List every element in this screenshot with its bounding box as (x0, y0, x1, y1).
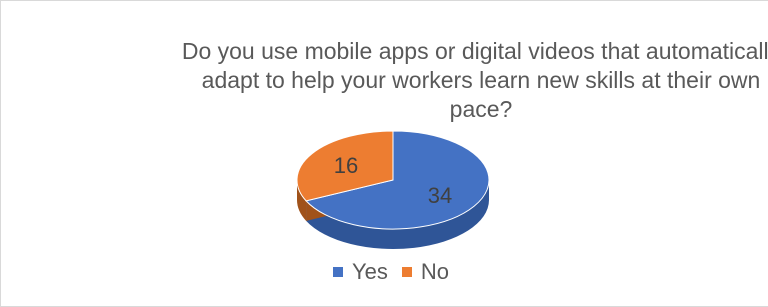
legend-item-no: No (401, 259, 450, 285)
data-label-no: 16 (334, 153, 358, 178)
legend-swatch-no (401, 267, 412, 277)
chart-frame: Do you use mobile apps or digital videos… (0, 0, 768, 307)
legend-swatch-yes (333, 267, 343, 277)
legend-label-no: No (420, 259, 450, 284)
chart-legend: Yes No (333, 259, 463, 285)
pie-tops (296, 130, 490, 230)
legend-item-yes: Yes (333, 259, 388, 285)
data-label-yes: 34 (428, 183, 452, 208)
legend-label-yes: Yes (352, 259, 388, 284)
